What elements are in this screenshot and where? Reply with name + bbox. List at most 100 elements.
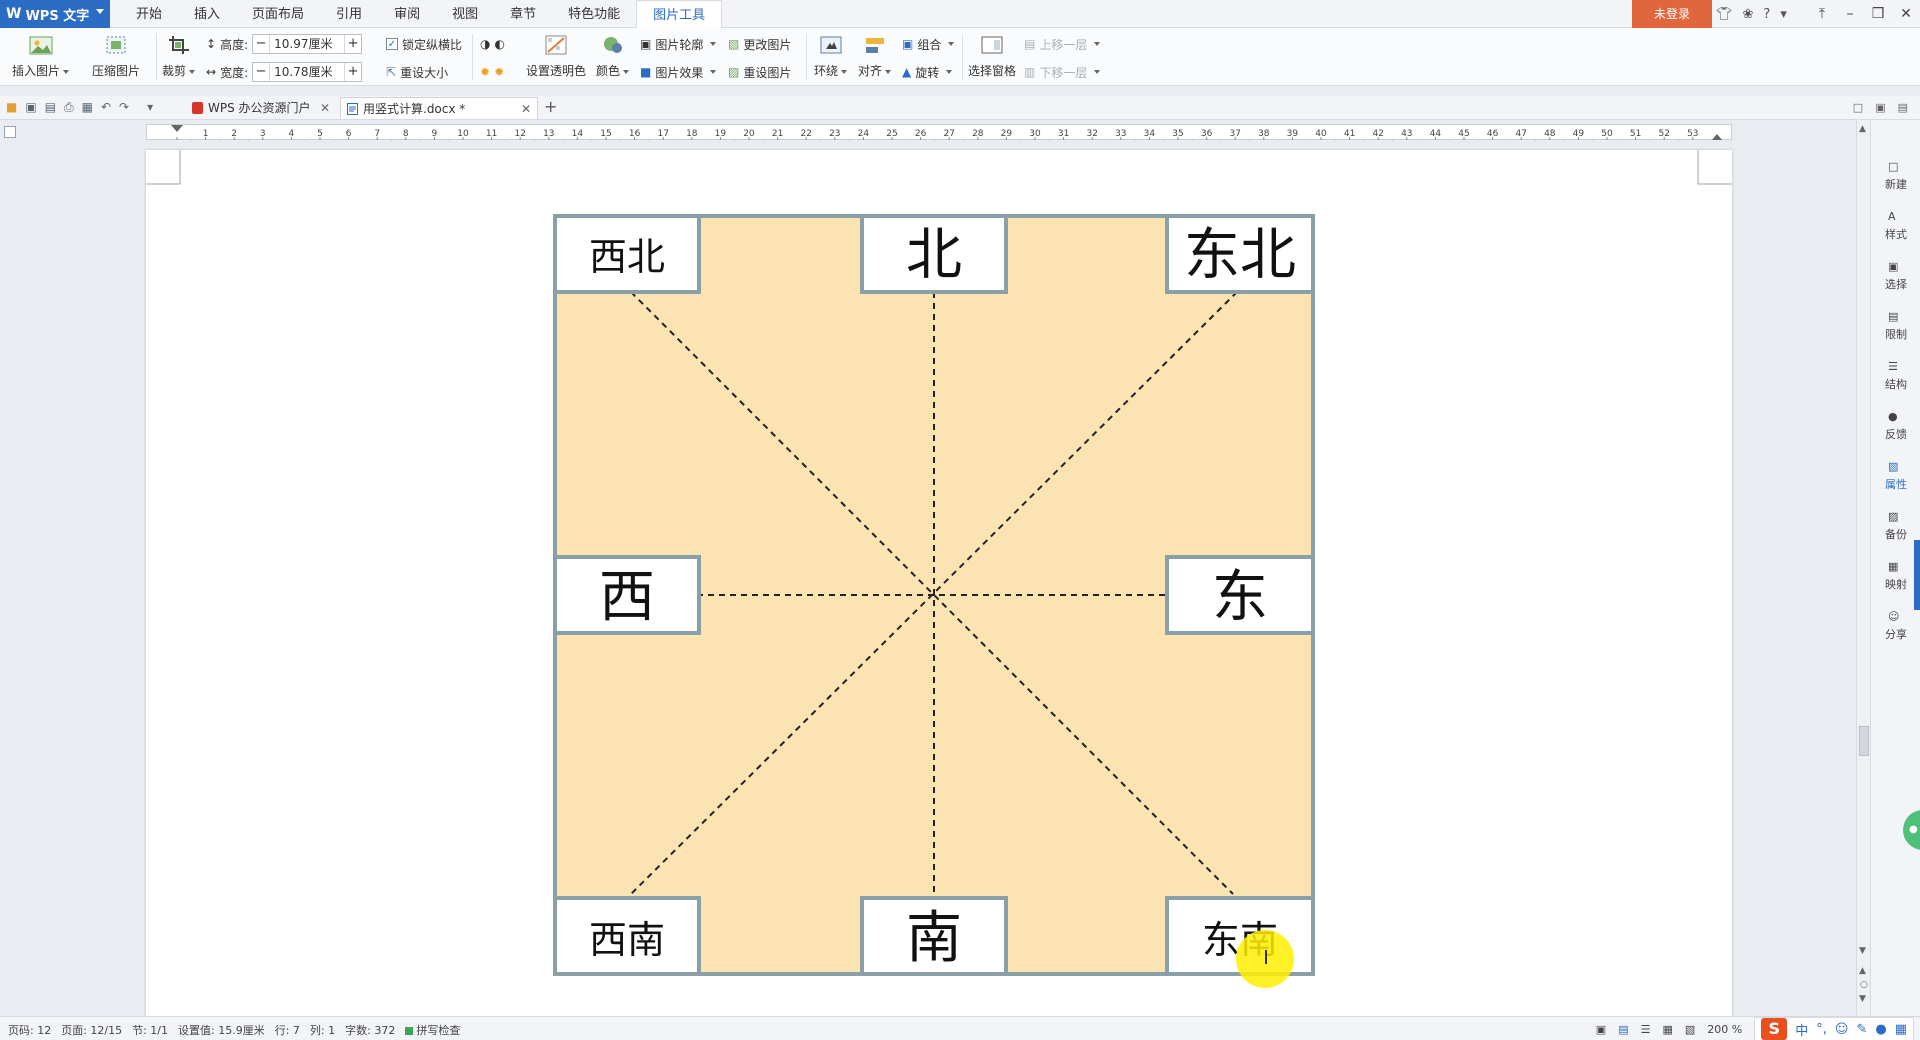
chevron-down-icon[interactable]: ▾ — [147, 100, 153, 115]
page-view-icon[interactable]: ▤ — [1618, 1023, 1628, 1036]
menu-item-review[interactable]: 审阅 — [378, 0, 436, 28]
close-icon[interactable]: ✕ — [1892, 0, 1920, 28]
status-spell-check[interactable]: 拼写检查 — [405, 1022, 460, 1038]
login-button[interactable]: 未登录 — [1632, 0, 1712, 28]
brightness-decrease-icon[interactable]: ✹ — [494, 65, 504, 79]
status-column[interactable]: 列: 1 — [310, 1022, 335, 1038]
menu-item-references[interactable]: 引用 — [320, 0, 378, 28]
lock-ratio-checkbox[interactable]: ✓ 锁定纵横比 — [386, 34, 462, 54]
status-page[interactable]: 页面: 12/15 — [61, 1022, 122, 1038]
sogou-logo-icon[interactable]: S — [1761, 1018, 1788, 1040]
crop-button[interactable]: 裁剪 — [162, 32, 196, 79]
collapse-ribbon-icon[interactable]: ⤒ — [1808, 0, 1836, 28]
menu-item-insert[interactable]: 插入 — [178, 0, 236, 28]
align-button[interactable]: 对齐 — [858, 32, 892, 79]
side-item-backup[interactable]: ▨ 备份 — [1871, 510, 1920, 542]
change-picture-button[interactable]: ▧ 更改图片 — [728, 34, 791, 54]
help-icon[interactable]: ? — [1763, 7, 1770, 22]
restore-icon[interactable]: ❒ — [1864, 0, 1892, 28]
group-button[interactable]: ▣ 组合 — [902, 34, 955, 54]
minimize-icon[interactable]: – — [1836, 0, 1864, 28]
window-icon[interactable]: ▣ — [1875, 101, 1885, 114]
reading-view-icon[interactable]: ▧ — [1685, 1023, 1695, 1036]
side-item-styles[interactable]: A 样式 — [1871, 210, 1920, 242]
save-icon[interactable]: ▣ — [25, 100, 36, 115]
minimize-doc-icon[interactable]: ▤ — [1898, 101, 1908, 114]
undo-icon[interactable]: ↶ — [101, 100, 111, 115]
doc-tab-current[interactable]: 用竖式计算.docx * ✕ — [340, 97, 538, 119]
color-button[interactable]: 颜色 — [596, 32, 630, 79]
redo-icon[interactable]: ↷ — [119, 100, 129, 115]
rotate-button[interactable]: ▲ 旋转 — [902, 62, 953, 82]
focus-mode-icon[interactable]: ▣ — [1596, 1023, 1606, 1036]
brightness-buttons[interactable]: ✹ ✹ — [480, 62, 504, 82]
side-item-properties[interactable]: ▧ 属性 — [1871, 460, 1920, 492]
handwriting-icon[interactable]: ✎ — [1856, 1022, 1867, 1037]
set-transparent-button[interactable]: 设置透明色 — [526, 32, 586, 79]
new-tab-button[interactable]: + — [544, 97, 557, 116]
print-icon[interactable]: ⎙ — [64, 100, 74, 115]
compress-picture-button[interactable]: 压缩图片 — [92, 32, 140, 79]
toolbox-icon[interactable]: ▦ — [1895, 1022, 1907, 1037]
reset-picture-button[interactable]: ▨ 重设图片 — [728, 62, 791, 82]
width-decrease-button[interactable]: − — [253, 63, 269, 81]
contrast-icon[interactable]: ◑ — [480, 37, 490, 51]
side-item-select[interactable]: ▣ 选择 — [1871, 260, 1920, 292]
prev-page-icon[interactable]: ▲ — [1859, 966, 1866, 976]
tab-stop-selector[interactable] — [4, 126, 16, 138]
close-icon[interactable]: ✕ — [521, 98, 531, 120]
chevron-down-icon[interactable]: ▾ — [1780, 7, 1787, 22]
ime-toolbar[interactable]: S 中 °, ☺ ✎ ● ▦ — [1754, 1017, 1914, 1040]
reset-size-button[interactable]: ⇱ 重设大小 — [386, 62, 448, 82]
menu-item-picture-tools[interactable]: 图片工具 — [636, 0, 723, 28]
open-icon[interactable]: ■ — [6, 100, 17, 115]
contrast-buttons[interactable]: ◑ ◐ — [480, 34, 505, 54]
status-row[interactable]: 行: 7 — [275, 1022, 300, 1038]
side-item-structure[interactable]: ☰ 结构 — [1871, 360, 1920, 392]
doc-list-icon[interactable]: □ — [1853, 101, 1863, 114]
doc-tab-wps-portal[interactable]: WPS 办公资源门户 ✕ — [186, 97, 336, 119]
height-spinner[interactable]: − 10.97厘米 + — [252, 34, 363, 54]
save-as-icon[interactable]: ▤ — [45, 100, 56, 115]
status-page-number[interactable]: 页码: 12 — [8, 1022, 51, 1038]
height-input[interactable]: 10.97厘米 — [269, 35, 346, 53]
menu-item-special[interactable]: 特色功能 — [552, 0, 636, 28]
web-view-icon[interactable]: ▦ — [1662, 1023, 1672, 1036]
zoom-level[interactable]: 200 % — [1707, 1023, 1742, 1036]
scroll-up-icon[interactable]: ▲ — [1859, 124, 1866, 134]
bring-forward-button[interactable]: ▤ 上移一层 — [1024, 34, 1101, 54]
send-backward-button[interactable]: ▥ 下移一层 — [1024, 62, 1101, 82]
app-menu-button[interactable]: W WPS 文字 — [0, 0, 110, 28]
shirt-icon[interactable]: 👕︎ — [1716, 7, 1733, 22]
close-icon[interactable]: ✕ — [320, 97, 330, 119]
microphone-icon[interactable]: ● — [1875, 1022, 1886, 1037]
scrollbar-thumb[interactable] — [1859, 726, 1869, 756]
side-item-new[interactable]: □ 新建 — [1871, 160, 1920, 192]
print-preview-icon[interactable]: ▦ — [82, 100, 93, 115]
next-page-icon[interactable]: ▼ — [1859, 994, 1866, 1004]
selection-pane-button[interactable]: 选择窗格 — [968, 32, 1016, 79]
wrap-button[interactable]: 环绕 — [814, 32, 848, 79]
punctuation-icon[interactable]: °, — [1816, 1022, 1827, 1037]
status-section[interactable]: 节: 1/1 — [132, 1022, 168, 1038]
brightness-increase-icon[interactable]: ✹ — [480, 65, 490, 79]
width-increase-button[interactable]: + — [345, 63, 361, 81]
insert-picture-button[interactable]: 插入图片 — [12, 32, 70, 79]
side-item-share[interactable]: ☺ 分享 — [1871, 610, 1920, 642]
status-setting[interactable]: 设置值: 15.9厘米 — [178, 1022, 265, 1038]
menu-item-page-layout[interactable]: 页面布局 — [236, 0, 320, 28]
height-decrease-button[interactable]: − — [253, 35, 269, 53]
status-words[interactable]: 字数: 372 — [345, 1022, 395, 1038]
menu-item-view[interactable]: 视图 — [436, 0, 494, 28]
compass-figure[interactable]: 西北 北 东北 西 东 西南 南 东南 — [553, 214, 1315, 976]
left-indent-marker[interactable] — [171, 125, 183, 132]
height-increase-button[interactable]: + — [345, 35, 361, 53]
width-input[interactable]: 10.78厘米 — [269, 63, 346, 81]
skin-icon[interactable]: ❀ — [1743, 7, 1754, 22]
scroll-down-icon[interactable]: ▼ — [1859, 946, 1866, 956]
width-spinner[interactable]: − 10.78厘米 + — [252, 62, 363, 82]
menu-item-chapter[interactable]: 章节 — [494, 0, 552, 28]
menu-item-home[interactable]: 开始 — [120, 0, 178, 28]
horizontal-ruler[interactable]: 1 2 3 4 5 6 7 8 9 10 11 12 13 14 15 16 17 18 19 20 21 22 23 24 2… — [146, 124, 1732, 141]
document-page[interactable]: 西北 北 东北 西 东 西南 南 东南 — [146, 150, 1732, 1016]
